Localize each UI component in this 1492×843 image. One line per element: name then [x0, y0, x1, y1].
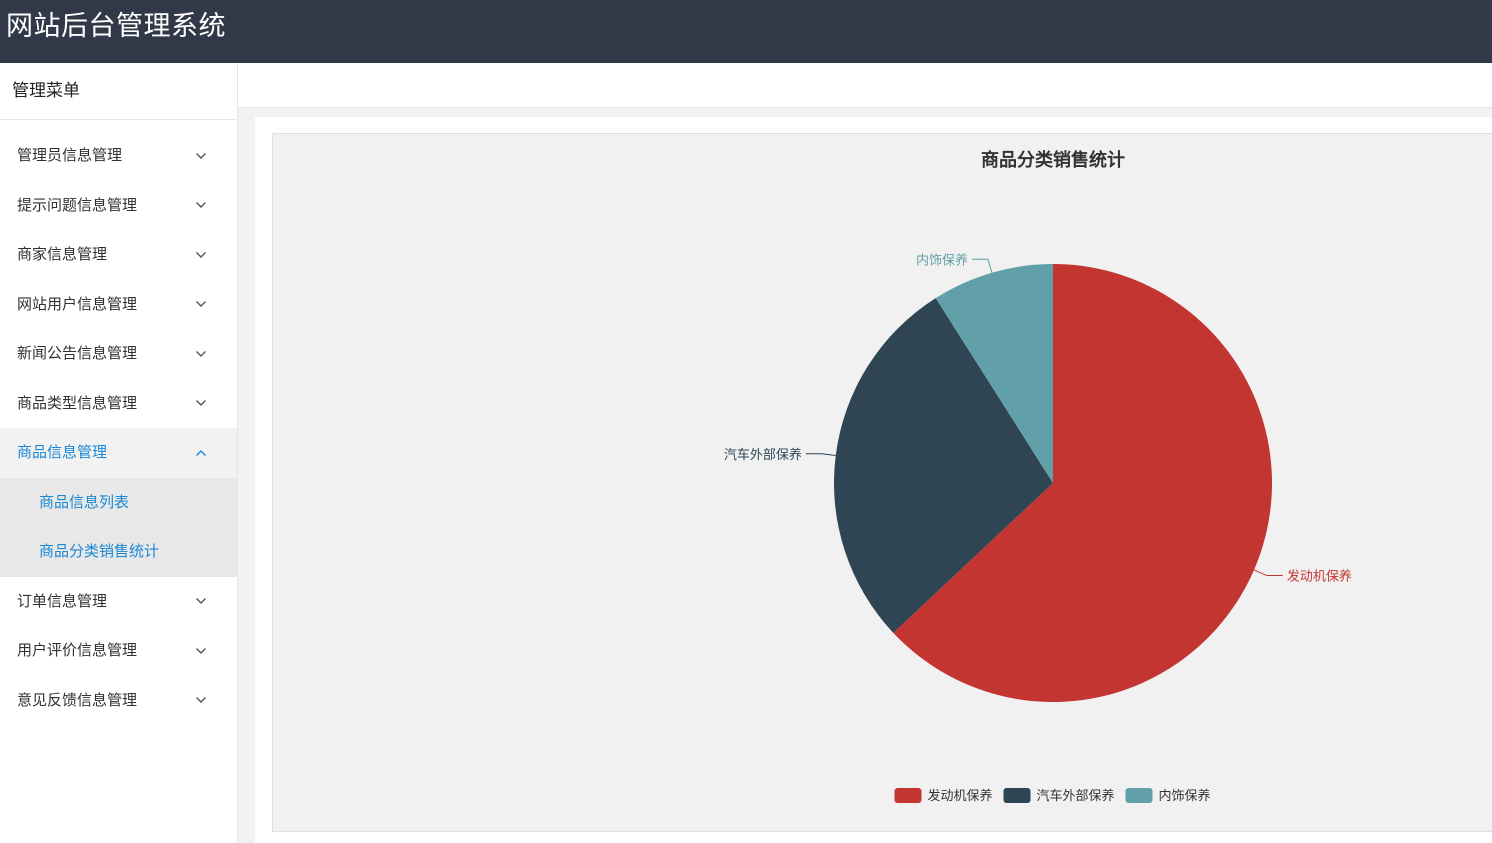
sidebar-item-category[interactable]: 商品类型信息管理 — [0, 379, 237, 429]
legend-label-interior[interactable]: 内饰保养 — [1159, 788, 1211, 804]
slice-label-engine: 发动机保养 — [1287, 569, 1352, 585]
pie-chart: 商品分类销售统计发动机保养汽车外部保养内饰保养发动机保养 汽车外部保养 内饰保养 — [724, 149, 1352, 804]
label-line-exterior — [805, 453, 836, 457]
sidebar-item-review[interactable]: 用户评价信息管理 — [0, 626, 237, 676]
sidebar-subitem-product-list[interactable]: 商品信息列表 — [0, 478, 237, 528]
sidebar-item-label: 用户评价信息管理 — [17, 641, 138, 659]
sidebar-item-label: 订单信息管理 — [17, 591, 108, 610]
legend-swatch-exterior[interactable] — [1003, 788, 1031, 803]
chevron-down-icon — [196, 301, 206, 308]
sidebar-item-label: 商品类型信息管理 — [17, 393, 138, 412]
sidebar-item-feedback[interactable]: 意见反馈信息管理 — [0, 676, 237, 726]
chart-title: 商品分类销售统计 — [981, 149, 1125, 171]
sidebar: 管理菜单 管理员信息管理 提示问题信息管理 商家信息管理网站用户信息管理 新闻公告信息… — [0, 63, 238, 843]
label-line-interior — [971, 258, 993, 273]
slice-label-interior: 内饰保养 — [916, 252, 968, 268]
sidebar-item-label: 网站用户信息管理 — [17, 294, 138, 313]
sidebar-item-merchant[interactable]: 商家信息管理 — [0, 230, 237, 280]
sidebar-item-admin[interactable]: 管理员信息管理 — [0, 131, 237, 181]
sidebar-title: 管理菜单 — [0, 63, 237, 120]
submenu-product: 商品信息列表 商品分类销售统计 — [0, 477, 237, 577]
app-title: 网站后台管理系统 — [6, 11, 226, 42]
main-content: 商品分类销售统计 发动机保养 汽车外部保养 内饰保养 发动机保养 汽车外部保养 内饰保养 — [255, 117, 1492, 843]
chevron-down-icon — [196, 350, 206, 357]
sidebar-subitem-sales-stats[interactable]: 商品分类销售统计 — [0, 527, 237, 577]
top-header: 网站后台管理系统 — [0, 0, 1492, 63]
chevron-down-icon — [196, 647, 206, 654]
breadcrumb-bar — [238, 63, 1492, 108]
sidebar-item-question[interactable]: 提示问题信息管理 — [0, 181, 237, 231]
sidebar-item-label: 意见反馈信息管理 — [17, 690, 138, 709]
sidebar-item-label: 商家信息管理 — [17, 245, 108, 263]
sidebar-menu: 管理员信息管理 提示问题信息管理 商家信息管理网站用户信息管理 新闻公告信息管理 商品类… — [0, 131, 237, 725]
legend-label-engine[interactable]: 发动机保养 — [928, 788, 993, 804]
legend-swatch-engine[interactable] — [894, 788, 922, 803]
sidebar-item-news[interactable]: 新闻公告信息管理 — [0, 329, 237, 379]
sidebar-item-label: 商品信息管理 — [17, 443, 108, 461]
chevron-down-icon — [196, 400, 206, 407]
chart-panel: 商品分类销售统计 发动机保养 汽车外部保养 内饰保养 发动机保养 汽车外部保养 内饰保养 — [272, 133, 1492, 832]
chevron-down-icon — [196, 598, 206, 605]
label-line-engine — [1253, 569, 1283, 577]
sidebar-item-label: 管理员信息管理 — [17, 146, 123, 164]
chevron-up-icon — [196, 449, 206, 456]
sidebar-item-user[interactable]: 网站用户信息管理 — [0, 280, 237, 330]
chevron-down-icon — [196, 251, 206, 258]
legend-label-exterior[interactable]: 汽车外部保养 — [1037, 788, 1115, 804]
sidebar-item-label: 新闻公告信息管理 — [17, 344, 138, 362]
sidebar-item-product[interactable]: 商品信息管理 — [0, 428, 237, 478]
chevron-down-icon — [196, 202, 206, 209]
chevron-down-icon — [196, 152, 206, 159]
sidebar-item-order[interactable]: 订单信息管理 — [0, 577, 237, 627]
legend-swatch-interior[interactable] — [1125, 788, 1153, 803]
sidebar-item-label: 提示问题信息管理 — [17, 195, 138, 214]
slice-label-exterior: 汽车外部保养 — [724, 447, 802, 463]
chevron-down-icon — [196, 697, 206, 704]
